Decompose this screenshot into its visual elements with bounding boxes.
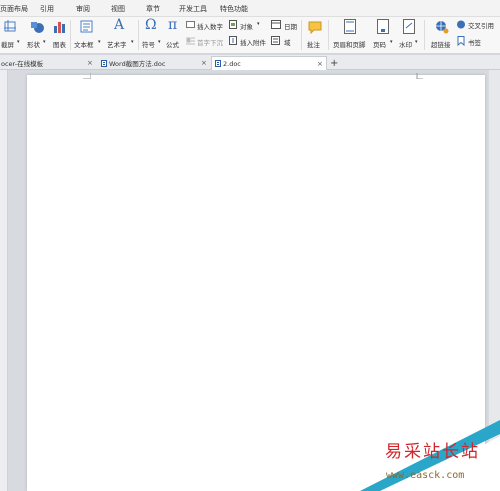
header-footer-icon bbox=[344, 19, 356, 34]
tab-label: Word截图方法.doc bbox=[109, 60, 166, 68]
divider bbox=[328, 20, 329, 50]
vertical-ruler bbox=[0, 70, 8, 491]
new-tab-button[interactable]: + bbox=[330, 56, 338, 70]
divider bbox=[70, 20, 71, 50]
menu-references[interactable]: 引用 bbox=[40, 4, 54, 14]
watermark-icon bbox=[403, 19, 415, 34]
divider bbox=[301, 20, 302, 50]
menu-bar: 页面布局 引用 审阅 视图 章节 开发工具 特色功能 bbox=[0, 0, 500, 17]
tab-label: 2.doc bbox=[223, 59, 241, 68]
close-icon[interactable]: × bbox=[201, 59, 207, 67]
tab-docer-templates[interactable]: ocer-在线模板 × bbox=[0, 56, 96, 70]
menu-page-layout[interactable]: 页面布局 bbox=[0, 4, 28, 14]
divider bbox=[138, 20, 139, 50]
pi-icon: π bbox=[168, 17, 178, 33]
comment-icon bbox=[308, 21, 322, 34]
cross-reference-icon bbox=[457, 20, 465, 29]
crop-mark-top-left bbox=[83, 73, 91, 79]
shape-icon bbox=[31, 22, 44, 33]
crop-mark-top-right bbox=[416, 73, 423, 79]
field-icon bbox=[271, 36, 280, 45]
number-icon bbox=[186, 21, 195, 28]
ribbon-toolbar: 截屏 ▾ 形状 ▾ 图表 文本框 ▾ A 艺术字 ▾ Ω 符号 ▾ π 公式 插… bbox=[0, 17, 500, 54]
close-icon[interactable]: × bbox=[87, 59, 93, 67]
calendar-icon bbox=[271, 20, 281, 29]
bar-chart-icon bbox=[54, 22, 65, 33]
chevron-down-icon: ▾ bbox=[257, 21, 260, 27]
document-tab-bar: ocer-在线模板 × Word截图方法.doc × 2.doc × + bbox=[0, 55, 500, 70]
chevron-down-icon: ▾ bbox=[158, 39, 161, 45]
omega-icon: Ω bbox=[145, 17, 157, 33]
doc-icon bbox=[215, 60, 221, 67]
menu-chapter[interactable]: 章节 bbox=[146, 4, 160, 14]
chevron-down-icon: ▾ bbox=[390, 39, 393, 45]
menu-review[interactable]: 审阅 bbox=[76, 4, 90, 14]
chevron-down-icon: ▾ bbox=[43, 39, 46, 45]
screenshot-icon bbox=[4, 20, 16, 32]
divider bbox=[424, 20, 425, 50]
tab-label: ocer-在线模板 bbox=[1, 60, 44, 68]
close-icon[interactable]: × bbox=[317, 60, 323, 68]
watermark-brand-text: 易采站长站 bbox=[385, 442, 480, 462]
tab-word-screenshot-doc[interactable]: Word截图方法.doc × bbox=[97, 56, 210, 70]
bookmark-icon bbox=[457, 36, 465, 46]
menu-developer-tools[interactable]: 开发工具 bbox=[179, 4, 207, 14]
chevron-down-icon: ▾ bbox=[98, 39, 101, 45]
chevron-down-icon: ▾ bbox=[131, 39, 134, 45]
attachment-icon bbox=[229, 36, 237, 45]
textbox-icon bbox=[80, 20, 93, 33]
wordart-icon: A bbox=[114, 17, 125, 33]
doc-icon bbox=[101, 59, 107, 67]
tab-2-doc[interactable]: 2.doc × bbox=[211, 56, 327, 70]
object-icon bbox=[229, 20, 237, 29]
chevron-down-icon: ▾ bbox=[415, 39, 418, 45]
chevron-down-icon: ▾ bbox=[17, 39, 20, 45]
page-number-icon bbox=[377, 19, 389, 34]
menu-view[interactable]: 视图 bbox=[111, 4, 125, 14]
menu-special-features[interactable]: 特色功能 bbox=[220, 4, 248, 14]
globe-link-icon bbox=[436, 21, 449, 34]
watermark-url-text: www.easck.com bbox=[386, 470, 465, 481]
drop-cap-icon bbox=[186, 37, 195, 45]
